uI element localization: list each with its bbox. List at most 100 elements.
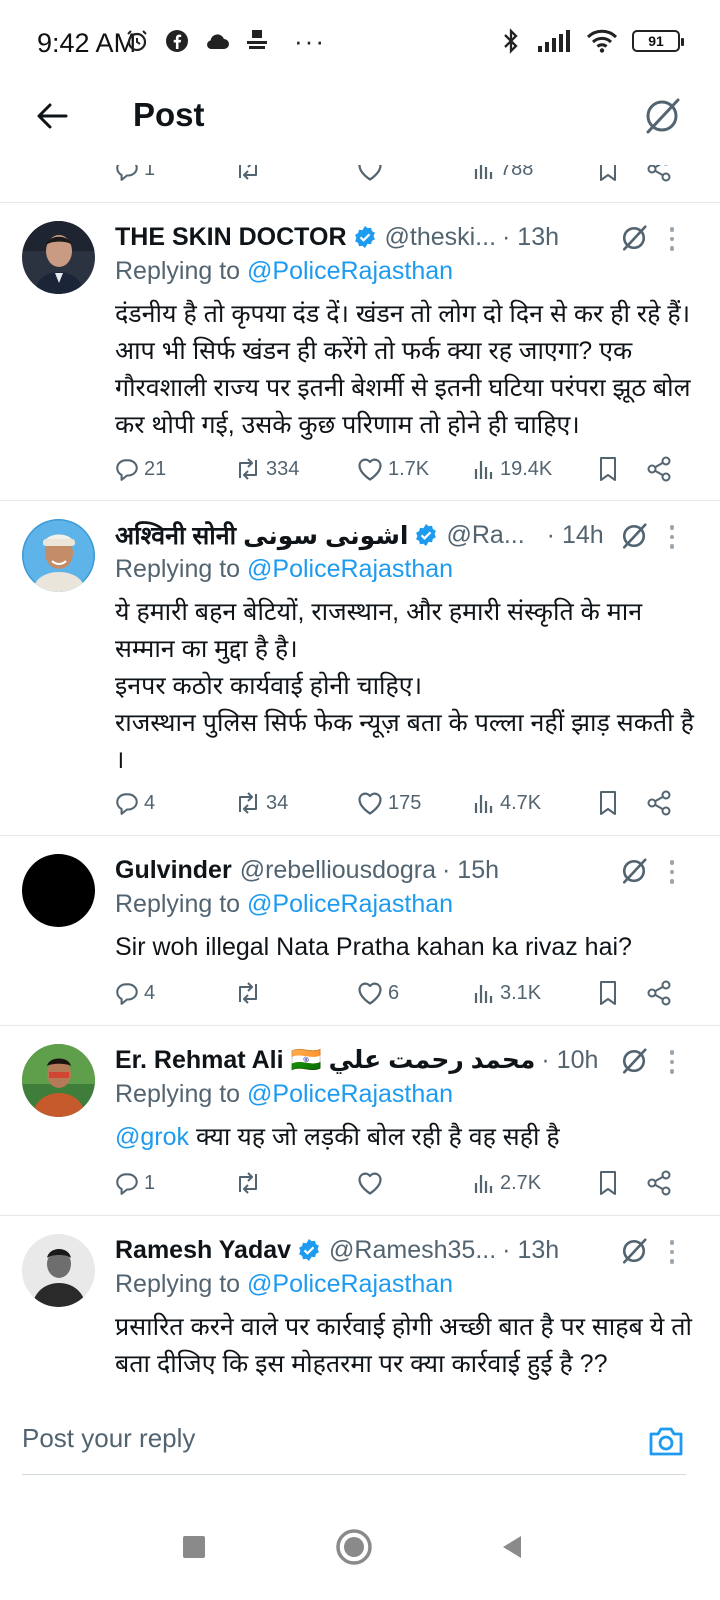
more-options-icon[interactable]	[662, 1236, 682, 1268]
more-options-icon[interactable]	[662, 521, 682, 553]
grok-icon[interactable]	[640, 94, 684, 138]
share-button[interactable]	[646, 1165, 672, 1201]
views-button[interactable]: 4.7K	[472, 785, 541, 821]
reply-button[interactable]: 1	[114, 165, 155, 187]
reply-count: 21	[144, 457, 167, 480]
avatar[interactable]	[22, 1234, 95, 1307]
author-name[interactable]: Er. Rehmat Ali 🇮🇳 محمد رحمت علي	[115, 1045, 535, 1075]
back-triangle-icon[interactable]	[487, 1522, 537, 1572]
views-button[interactable]: 788	[472, 165, 533, 187]
author-handle[interactable]: @rebelliousdogra	[240, 856, 436, 885]
replying-to-mention[interactable]: @PoliceRajasthan	[247, 257, 453, 285]
cloud-icon	[204, 28, 230, 54]
share-button[interactable]	[646, 165, 672, 187]
reply-post[interactable]: अश्विनी सोनी اشونی سونی @Ra... · 14h Rep…	[0, 501, 720, 836]
grok-icon[interactable]	[618, 520, 650, 552]
views-button[interactable]: 3.1K	[472, 975, 541, 1011]
reply-count: 4	[144, 981, 156, 1004]
replying-to-mention[interactable]: @PoliceRajasthan	[247, 890, 453, 918]
post-text-line: प्रसारित करने वाले पर कार्रवाई होगी अच्छ…	[115, 1313, 692, 1378]
post-text: @grok क्या यह जो लड़की बोल रही है वह सही…	[115, 1119, 698, 1156]
top-app-bar: Post	[0, 84, 720, 164]
post-time: · 13h	[502, 1235, 560, 1264]
author-handle[interactable]: @Ramesh35...	[329, 1236, 496, 1265]
page-title: Post	[133, 96, 205, 133]
replying-to: Replying to @PoliceRajasthan	[115, 890, 453, 919]
reply-button[interactable]: 1	[114, 1165, 155, 1201]
like-count: 175	[388, 791, 422, 814]
verified-badge-icon	[353, 225, 377, 249]
camera-icon[interactable]	[646, 1421, 686, 1461]
more-options-icon[interactable]	[662, 856, 682, 888]
post-text: दंडनीय है तो कृपया दंड दें। खंडन तो लोग …	[115, 296, 698, 444]
home-circle-icon[interactable]	[329, 1522, 379, 1572]
reply-divider	[22, 1474, 686, 1475]
post-text-line: दंडनीय है तो कृपया दंड दें। खंडन तो लोग …	[115, 300, 691, 439]
repost-count: 34	[266, 791, 289, 814]
status-bar: 9:42 AM ··· 91	[0, 0, 720, 84]
bookmark-button[interactable]	[596, 785, 620, 821]
bookmark-button[interactable]	[596, 165, 620, 187]
recents-square-icon[interactable]	[169, 1522, 219, 1572]
more-options-icon[interactable]	[662, 223, 682, 255]
post-text: प्रसारित करने वाले पर कार्रवाई होगी अच्छ…	[115, 1309, 698, 1383]
bookmark-button[interactable]	[596, 1165, 620, 1201]
author-handle[interactable]: @Ra...	[446, 521, 524, 550]
avatar[interactable]	[22, 1044, 95, 1117]
reply-button[interactable]: 4	[114, 785, 155, 821]
repost-button[interactable]: 334	[234, 451, 299, 487]
author-name[interactable]: अश्विनी सोनी اشونی سونی	[115, 518, 408, 552]
repost-button[interactable]	[234, 975, 262, 1011]
repost-button[interactable]	[234, 165, 262, 187]
share-button[interactable]	[646, 451, 672, 487]
replying-to-mention[interactable]: @PoliceRajasthan	[247, 555, 453, 583]
author-name[interactable]: Ramesh Yadav	[115, 1236, 291, 1265]
grok-mention[interactable]: @grok	[115, 1123, 189, 1151]
share-button[interactable]	[646, 975, 672, 1011]
back-arrow-icon[interactable]	[30, 94, 74, 138]
avatar[interactable]	[22, 519, 95, 592]
repost-button[interactable]	[234, 1165, 262, 1201]
repost-button[interactable]: 34	[234, 785, 288, 821]
more-options-icon[interactable]	[662, 1046, 682, 1078]
reply-post[interactable]: Ramesh Yadav @Ramesh35... · 13h Replying…	[0, 1216, 720, 1395]
views-button[interactable]: 19.4K	[472, 451, 552, 487]
views-button[interactable]: 2.7K	[472, 1165, 541, 1201]
battery-icon: 91	[632, 30, 684, 52]
replying-to-label: Replying to	[115, 1270, 241, 1298]
reply-post[interactable]: Gulvinder @rebelliousdogra · 15h Replyin…	[0, 836, 720, 1026]
share-button[interactable]	[646, 785, 672, 821]
reply-button[interactable]: 21	[114, 451, 166, 487]
avatar[interactable]	[22, 854, 95, 927]
author-name[interactable]: THE SKIN DOCTOR	[115, 223, 347, 252]
like-button[interactable]: 175	[356, 785, 421, 821]
reply-input[interactable]: Post your reply	[22, 1423, 195, 1454]
like-button[interactable]	[356, 1165, 384, 1201]
like-button[interactable]: 1.7K	[356, 451, 429, 487]
system-nav-bar	[0, 1486, 720, 1600]
wifi-icon	[586, 28, 618, 54]
bookmark-button[interactable]	[596, 451, 620, 487]
grok-icon[interactable]	[618, 1045, 650, 1077]
post-time: · 13h	[502, 222, 560, 251]
grok-icon[interactable]	[618, 855, 650, 887]
replying-to-mention[interactable]: @PoliceRajasthan	[247, 1080, 453, 1108]
battery-level: 91	[648, 33, 664, 49]
like-button[interactable]	[356, 165, 384, 187]
author-handle[interactable]: @theski...	[385, 223, 497, 252]
reply-post[interactable]: THE SKIN DOCTOR @theski... · 13h Replyin…	[0, 203, 720, 501]
post-text-line: इनपर कठोर कार्यवाई होनी चाहिए।	[115, 672, 423, 700]
like-button[interactable]: 6	[356, 975, 399, 1011]
post-text-line: क्या यह जो लड़की बोल रही है वह सही है	[195, 1123, 560, 1151]
reply-button[interactable]: 4	[114, 975, 155, 1011]
grok-icon[interactable]	[618, 1235, 650, 1267]
bookmark-button[interactable]	[596, 975, 620, 1011]
replying-to-mention[interactable]: @PoliceRajasthan	[247, 1270, 453, 1298]
post-text: Sir woh illegal Nata Pratha kahan ka riv…	[115, 929, 698, 966]
author-name[interactable]: Gulvinder	[115, 856, 232, 885]
grok-icon[interactable]	[618, 222, 650, 254]
post-text-line: ये हमारी बहन बेटियों, राजस्थान, और हमारी…	[115, 598, 643, 663]
reply-count: 1	[144, 165, 156, 180]
avatar[interactable]	[22, 221, 95, 294]
reply-post[interactable]: Er. Rehmat Ali 🇮🇳 محمد رحمت علي · 10h Re…	[0, 1026, 720, 1216]
